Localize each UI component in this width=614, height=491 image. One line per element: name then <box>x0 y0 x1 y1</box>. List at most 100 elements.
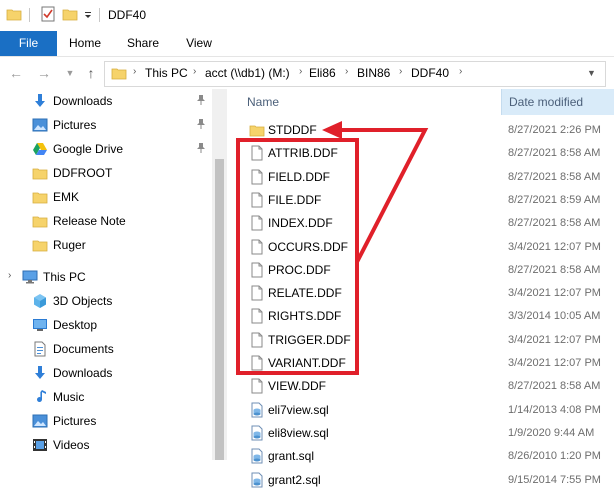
file-icon <box>249 355 265 371</box>
file-icon <box>249 308 265 324</box>
pin-icon[interactable] <box>196 94 206 109</box>
sidebar-item-documents[interactable]: Documents <box>32 338 212 360</box>
sidebar-item-label: Ruger <box>53 238 86 252</box>
customize-toolbar-icon[interactable] <box>83 6 93 22</box>
address-row: ← → ▼ ↑ › This PC › acct (\\db1) (M:) › … <box>0 57 614 89</box>
file-date-modified: 8/27/2021 8:58 AM <box>508 147 601 160</box>
file-date-modified: 3/4/2021 12:07 PM <box>508 333 601 346</box>
download-arrow-icon <box>32 365 48 381</box>
file-row[interactable]: FILE.DDF 8/27/2021 8:59 AM <box>227 188 614 211</box>
file-name: TRIGGER.DDF <box>268 332 351 347</box>
sidebar-item-pictures[interactable]: Pictures <box>32 410 212 432</box>
breadcrumb-chevron-icon[interactable]: › <box>133 66 136 77</box>
forward-icon[interactable]: → <box>36 65 52 81</box>
file-row[interactable]: OCCURS.DDF 3/4/2021 12:07 PM <box>227 235 614 258</box>
scrollbar-thumb[interactable] <box>215 159 224 460</box>
file-row[interactable]: INDEX.DDF 8/27/2021 8:58 AM <box>227 211 614 234</box>
breadcrumb-chevron-icon[interactable]: › <box>399 66 402 77</box>
ribbon-tabs: File Home Share View <box>0 31 614 57</box>
sql-file-icon <box>249 448 265 464</box>
sidebar-item-downloads[interactable]: Downloads <box>32 90 212 112</box>
file-name: eli8view.sql <box>268 425 329 440</box>
folder-icon <box>32 237 48 253</box>
sidebar-item-ruger[interactable]: Ruger <box>32 234 212 256</box>
file-row[interactable]: eli8view.sql 1/9/2020 9:44 AM <box>227 421 614 444</box>
file-row[interactable]: VARIANT.DDF 3/4/2021 12:07 PM <box>227 351 614 374</box>
file-icon <box>249 262 265 278</box>
file-row[interactable]: FIELD.DDF 8/27/2021 8:58 AM <box>227 165 614 188</box>
file-name: RELATE.DDF <box>268 286 342 301</box>
file-name: STDDDF <box>268 123 317 137</box>
breadcrumb-chevron-icon[interactable]: › <box>193 66 196 77</box>
sidebar-item-ddfroot[interactable]: DDFROOT <box>32 162 212 184</box>
recent-locations-icon[interactable]: ▼ <box>62 68 78 78</box>
sidebar-item-music[interactable]: Music <box>32 386 212 408</box>
breadcrumb-drive[interactable]: acct (\\db1) (M:) <box>205 66 290 80</box>
sidebar-item-label: Release Note <box>53 214 126 228</box>
file-date-modified: 8/27/2021 8:59 AM <box>508 193 601 206</box>
pin-icon[interactable] <box>196 118 206 133</box>
sidebar-item-label: Videos <box>53 438 90 452</box>
expand-chevron-icon[interactable]: › <box>8 270 11 281</box>
file-row[interactable]: PROC.DDF 8/27/2021 8:58 AM <box>227 258 614 281</box>
navigation-scrollbar[interactable] <box>212 89 227 460</box>
breadcrumb-eli86[interactable]: Eli86 <box>309 66 336 80</box>
pin-icon[interactable] <box>196 142 206 157</box>
breadcrumb-ddf40[interactable]: DDF40 <box>411 66 449 80</box>
file-row[interactable]: ATTRIB.DDF 8/27/2021 8:58 AM <box>227 141 614 164</box>
file-row[interactable]: RIGHTS.DDF 3/3/2014 10:05 AM <box>227 304 614 327</box>
tab-home[interactable]: Home <box>62 31 108 56</box>
sql-file-icon <box>249 425 265 441</box>
properties-icon[interactable] <box>40 6 56 22</box>
sidebar-item-google-drive[interactable]: Google Drive <box>32 138 212 160</box>
sidebar-item-emk[interactable]: EMK <box>32 186 212 208</box>
file-date-modified: 8/27/2021 8:58 AM <box>508 170 601 183</box>
sidebar-item-downloads[interactable]: Downloads <box>32 362 212 384</box>
sidebar-item-desktop[interactable]: Desktop <box>32 314 212 336</box>
column-header-date-modified[interactable]: Date modified <box>501 89 614 115</box>
pictures-icon <box>32 117 48 133</box>
tab-view[interactable]: View <box>176 31 222 56</box>
file-icon <box>249 215 265 231</box>
file-row[interactable]: STDDDF 8/27/2021 2:26 PM <box>227 118 614 141</box>
computer-icon <box>22 269 38 285</box>
sidebar-item-label: Google Drive <box>53 142 124 156</box>
column-header-name[interactable]: Name <box>247 89 497 115</box>
breadcrumb-chevron-icon[interactable]: › <box>345 66 348 77</box>
title-bar: DDF40 <box>0 0 614 31</box>
file-row[interactable]: grant.sql 8/26/2010 1:20 PM <box>227 444 614 467</box>
tab-share[interactable]: Share <box>120 31 166 56</box>
sidebar-item-release-note[interactable]: Release Note <box>32 210 212 232</box>
sidebar-item-label: DDFROOT <box>53 166 113 180</box>
address-bar[interactable]: › This PC › acct (\\db1) (M:) › Eli86 › … <box>104 61 606 87</box>
folder-icon <box>111 68 127 80</box>
back-icon[interactable]: ← <box>8 65 24 81</box>
file-icon <box>249 239 265 255</box>
file-icon <box>249 378 265 394</box>
3d-objects-icon <box>32 293 48 309</box>
sidebar-item-label: Pictures <box>53 414 97 428</box>
breadcrumb-this-pc[interactable]: This PC <box>145 66 188 80</box>
address-dropdown-icon[interactable]: ▼ <box>587 68 596 78</box>
breadcrumb-chevron-icon[interactable]: › <box>299 66 302 77</box>
file-date-modified: 3/4/2021 12:07 PM <box>508 357 601 369</box>
file-date-modified: 3/4/2021 12:07 PM <box>508 240 601 253</box>
file-date-modified: 3/4/2021 12:07 PM <box>508 287 601 300</box>
sidebar-item-videos[interactable]: Videos <box>32 434 212 456</box>
sidebar-item-this-pc[interactable]: This PC <box>22 266 202 288</box>
sidebar-item-pictures[interactable]: Pictures <box>32 114 212 136</box>
file-row[interactable]: VIEW.DDF 8/27/2021 8:58 AM <box>227 374 614 397</box>
new-folder-icon[interactable] <box>62 6 78 22</box>
breadcrumb-chevron-icon[interactable]: › <box>459 66 462 77</box>
file-row[interactable]: RELATE.DDF 3/4/2021 12:07 PM <box>227 281 614 304</box>
file-row[interactable]: grant2.sql 9/15/2014 7:55 PM <box>227 468 614 491</box>
sidebar-item-3d-objects[interactable]: 3D Objects <box>32 290 212 312</box>
file-row[interactable]: eli7view.sql 1/14/2013 4:08 PM <box>227 398 614 421</box>
tab-file[interactable]: File <box>0 31 57 56</box>
breadcrumb-bin86[interactable]: BIN86 <box>357 66 390 80</box>
up-arrow-icon[interactable]: ↑ <box>83 65 99 81</box>
sidebar-item-label: Music <box>53 390 85 404</box>
toolbar-separator <box>99 8 100 22</box>
file-row[interactable]: TRIGGER.DDF 3/4/2021 12:07 PM <box>227 328 614 351</box>
file-date-modified: 8/27/2021 8:58 AM <box>508 380 601 393</box>
